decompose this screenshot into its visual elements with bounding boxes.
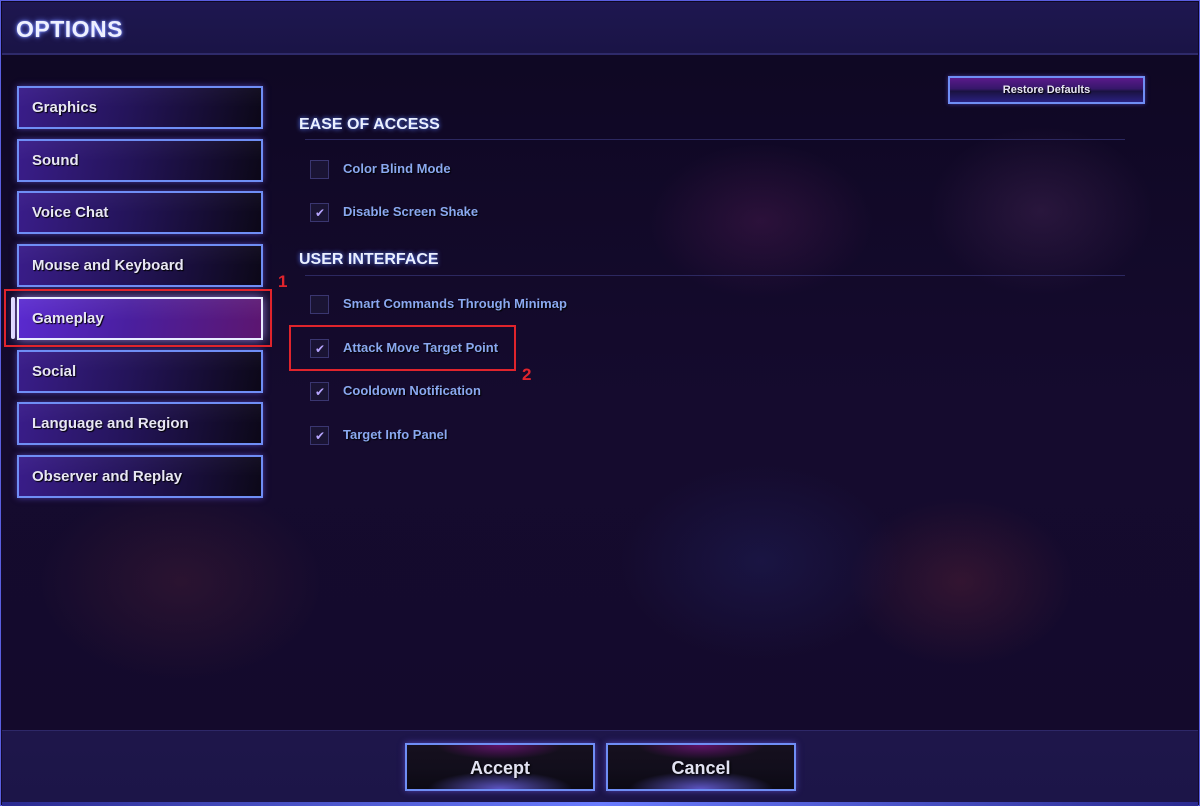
sidebar-item-label: Graphics bbox=[32, 99, 98, 116]
checkbox[interactable] bbox=[310, 160, 329, 179]
footer-glow bbox=[2, 802, 1198, 806]
section-divider bbox=[305, 139, 1125, 140]
restore-defaults-label: Restore Defaults bbox=[1002, 84, 1091, 96]
sidebar-item-sound[interactable]: Sound bbox=[17, 139, 263, 182]
window-title: OPTIONS bbox=[16, 16, 124, 42]
checkmark-icon: ✔ bbox=[315, 429, 326, 443]
sidebar-item-label: Observer and Replay bbox=[32, 468, 183, 485]
restore-defaults-button[interactable]: Restore Defaults bbox=[948, 76, 1145, 104]
title-bar: OPTIONS bbox=[2, 2, 1198, 55]
option-label: Disable Screen Shake bbox=[343, 204, 479, 219]
option-label: Smart Commands Through Minimap bbox=[343, 296, 567, 311]
accept-label: Accept bbox=[469, 758, 531, 778]
accept-button[interactable]: Accept bbox=[405, 743, 595, 791]
sidebar-item-label: Social bbox=[32, 363, 77, 380]
sidebar-item-social[interactable]: Social bbox=[17, 350, 263, 393]
option-label: Target Info Panel bbox=[343, 427, 448, 442]
sidebar-item-label: Sound bbox=[32, 152, 79, 169]
sidebar-item-mouse-and-keyboard[interactable]: Mouse and Keyboard bbox=[17, 244, 263, 287]
option-label: Color Blind Mode bbox=[343, 161, 451, 176]
sidebar-item-language-and-region[interactable]: Language and Region bbox=[17, 402, 263, 445]
footer-bar bbox=[2, 730, 1198, 806]
options-window: OPTIONS Graphics Sound Voice Chat Mouse … bbox=[0, 0, 1200, 806]
checkbox[interactable]: ✔ bbox=[310, 382, 329, 401]
sidebar-item-graphics[interactable]: Graphics bbox=[17, 86, 263, 129]
section-title-user-interface: USER INTERFACE bbox=[299, 251, 439, 268]
cancel-button[interactable]: Cancel bbox=[606, 743, 796, 791]
sidebar-item-label: Voice Chat bbox=[32, 204, 109, 221]
checkbox[interactable]: ✔ bbox=[310, 426, 329, 445]
sidebar-item-label: Language and Region bbox=[32, 415, 189, 432]
cancel-label: Cancel bbox=[671, 758, 731, 778]
checkbox[interactable] bbox=[310, 295, 329, 314]
section-title-ease-of-access: EASE OF ACCESS bbox=[299, 116, 440, 133]
sidebar-item-voice-chat[interactable]: Voice Chat bbox=[17, 191, 263, 234]
checkbox[interactable]: ✔ bbox=[310, 203, 329, 222]
checkmark-icon: ✔ bbox=[315, 385, 326, 399]
annotation-box-1 bbox=[4, 289, 272, 347]
sidebar-item-label: Mouse and Keyboard bbox=[32, 257, 184, 274]
annotation-box-2 bbox=[289, 325, 516, 371]
checkmark-icon: ✔ bbox=[315, 206, 326, 220]
option-label: Cooldown Notification bbox=[343, 383, 481, 398]
section-divider bbox=[305, 275, 1125, 276]
sidebar-item-observer-and-replay[interactable]: Observer and Replay bbox=[17, 455, 263, 498]
annotation-number-2: 2 bbox=[522, 365, 532, 384]
annotation-number-1: 1 bbox=[278, 272, 288, 291]
